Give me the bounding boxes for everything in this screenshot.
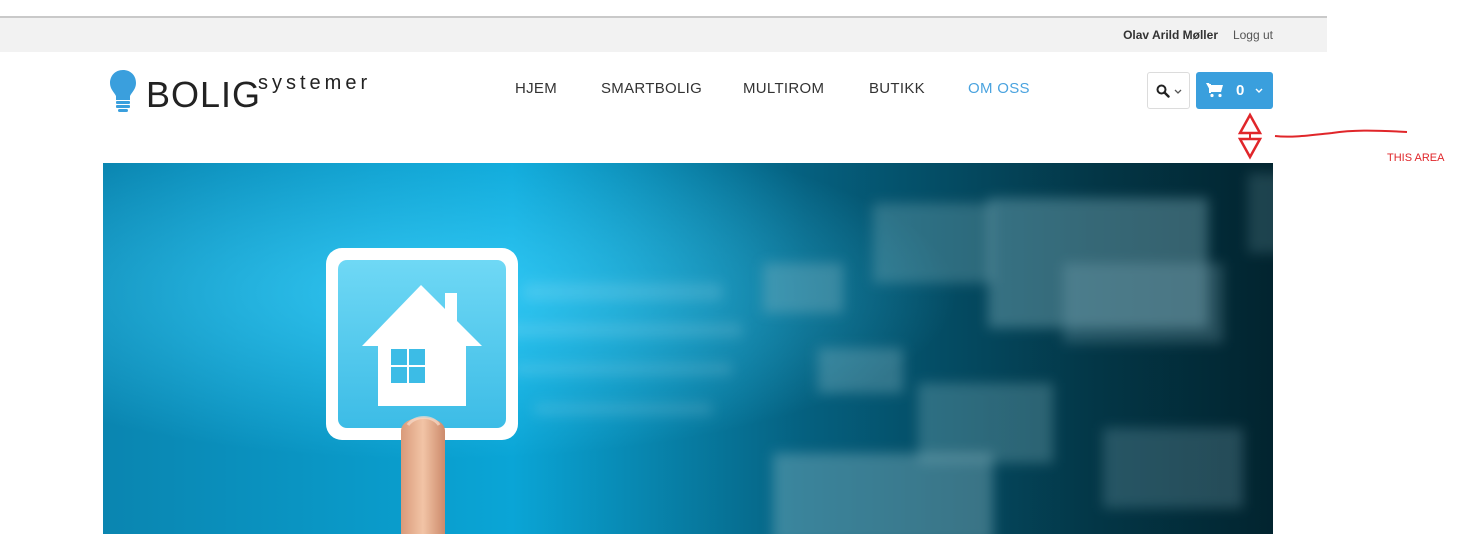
- nav-item-multirom[interactable]: MULTIROM: [743, 80, 824, 97]
- logout-link[interactable]: Logg ut: [1233, 28, 1273, 42]
- logo-text-sub: systemer: [258, 72, 372, 94]
- nav-item-hjem[interactable]: HJEM: [515, 80, 557, 97]
- lightbulb-icon: [110, 70, 136, 112]
- nav-item-smartbolig[interactable]: SMARTBOLIG: [601, 80, 702, 97]
- chevron-down-icon: [1174, 89, 1182, 94]
- cart-button[interactable]: 0: [1196, 72, 1273, 109]
- logo-text-main: BOLIG: [146, 74, 262, 115]
- nav-item-om-oss[interactable]: OM OSS: [968, 80, 1030, 97]
- cart-count: 0: [1236, 82, 1245, 99]
- chevron-down-icon: [1255, 88, 1263, 93]
- annotation-line: [1274, 129, 1408, 138]
- annotation-arrows-icon: [1237, 112, 1263, 160]
- hero-image: [103, 163, 1273, 534]
- site-logo[interactable]: BOLIG systemer: [108, 68, 398, 116]
- cart-icon: [1206, 83, 1223, 98]
- annotation-label: THIS AREA: [1387, 152, 1445, 164]
- search-dropdown-button[interactable]: [1147, 72, 1190, 109]
- user-name: Olav Arild Møller: [1123, 28, 1218, 42]
- nav-item-butikk[interactable]: BUTIKK: [869, 80, 925, 97]
- search-icon: [1156, 84, 1170, 98]
- hero-banner: [103, 163, 1273, 534]
